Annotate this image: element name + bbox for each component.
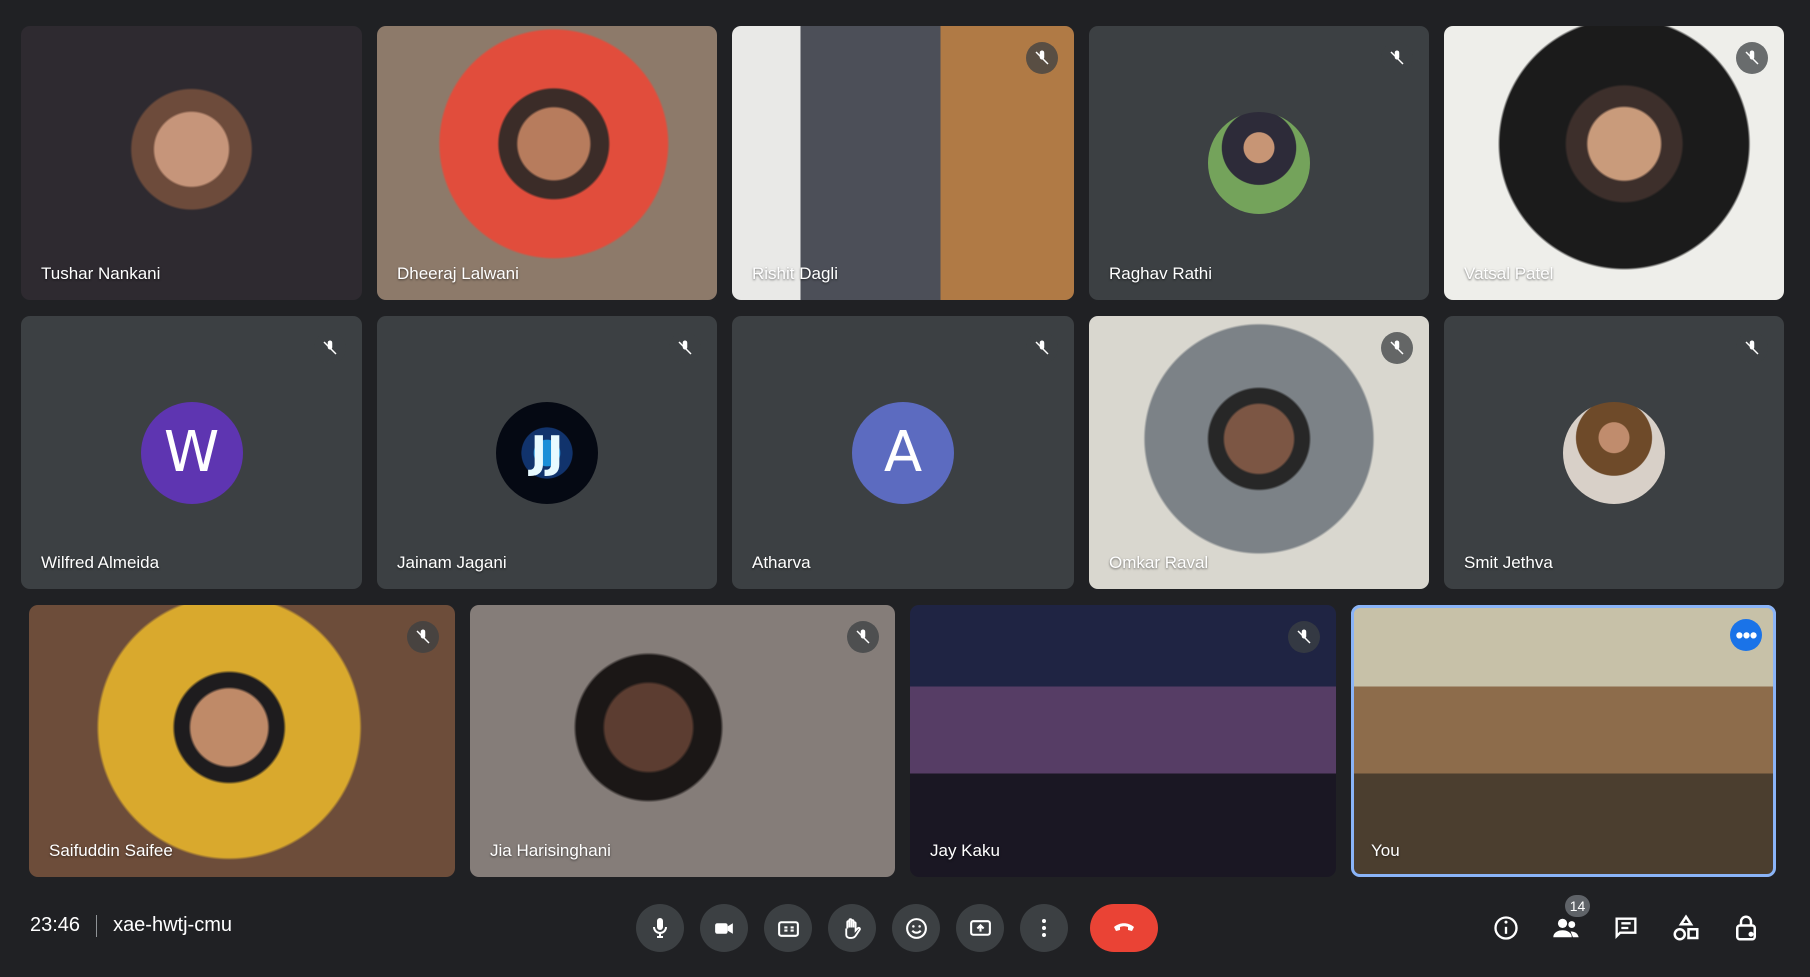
mic-off-icon [1381, 332, 1413, 364]
avatar [1563, 401, 1665, 504]
mic-off-icon [1026, 332, 1058, 364]
participant-name: You [1371, 841, 1400, 860]
participant-tile-wilfred[interactable]: W Wilfred Almeida [21, 316, 362, 589]
participant-name: Tushar Nankani [41, 264, 161, 283]
participant-tile-dheeraj[interactable]: Dheeraj Lalwani [377, 26, 717, 300]
participant-name: Jia Harisinghani [490, 841, 611, 860]
info-icon[interactable] [1487, 909, 1525, 947]
meeting-control-bar: 23:46 xae-hwtj-cmu 14 [0, 890, 1810, 970]
lock-icon[interactable] [1727, 909, 1765, 947]
avatar: W [140, 401, 243, 504]
participant-count-badge: 14 [1565, 895, 1590, 917]
participant-tile-tushar[interactable]: Tushar Nankani [21, 26, 362, 300]
mic-off-icon [669, 332, 701, 364]
meeting-time: 23:46 [30, 914, 81, 936]
captions-icon[interactable] [764, 904, 812, 952]
participant-name: Jay Kaku [930, 841, 1000, 860]
meeting-side-actions: 14 [1487, 895, 1765, 947]
meeting-window: Tushar Nankani Dheeraj Lalwani Rishit Da… [0, 0, 1810, 977]
mic-off-icon [1288, 621, 1320, 653]
participant-tile-jainam[interactable]: JJ Jainam Jagani [377, 316, 717, 589]
present-icon[interactable] [956, 904, 1004, 952]
participant-tile-rishit[interactable]: Rishit Dagli [732, 26, 1074, 300]
participant-tile-jia[interactable]: Jia Harisinghani [470, 605, 895, 877]
participant-tile-you[interactable]: ••• You [1351, 605, 1776, 877]
emoji-icon[interactable] [892, 904, 940, 952]
participant-tile-smit[interactable]: Smit Jethva [1444, 316, 1784, 589]
mic-off-icon [1026, 42, 1058, 74]
chat-icon[interactable] [1607, 909, 1645, 947]
more-vert-icon[interactable] [1020, 904, 1068, 952]
participant-name: Raghav Rathi [1109, 264, 1213, 283]
participant-name: Dheeraj Lalwani [397, 264, 519, 283]
more-options-icon[interactable]: ••• [1730, 619, 1762, 651]
participant-tile-atharva[interactable]: A Atharva [732, 316, 1074, 589]
mic-off-icon [847, 621, 879, 653]
people-icon[interactable]: 14 [1547, 895, 1590, 947]
mic-off-icon [1381, 42, 1413, 74]
mic-off-icon [407, 621, 439, 653]
camera-icon[interactable] [700, 904, 748, 952]
meeting-info: 23:46 xae-hwtj-cmu [30, 914, 232, 937]
participant-name: Smit Jethva [1464, 553, 1553, 572]
mic-off-icon [314, 332, 346, 364]
meeting-info-separator [96, 914, 98, 937]
avatar [1208, 112, 1310, 214]
participant-name: Jainam Jagani [397, 553, 507, 572]
participant-tile-omkar[interactable]: Omkar Raval [1089, 316, 1429, 589]
participant-tile-saifuddin[interactable]: Saifuddin Saifee [29, 605, 455, 877]
mic-icon[interactable] [636, 904, 684, 952]
meeting-code: xae-hwtj-cmu [113, 914, 232, 936]
hand-icon[interactable] [828, 904, 876, 952]
participant-name: Omkar Raval [1109, 553, 1209, 572]
mic-off-icon [1736, 42, 1768, 74]
participant-name: Rishit Dagli [752, 264, 838, 283]
call-controls [636, 904, 1158, 952]
participant-name: Wilfred Almeida [41, 553, 160, 572]
activities-icon[interactable] [1667, 909, 1705, 947]
avatar: A [852, 401, 954, 504]
mic-off-icon [1736, 332, 1768, 364]
participant-name: Saifuddin Saifee [49, 841, 173, 860]
participant-tile-jay[interactable]: Jay Kaku [910, 605, 1336, 877]
participant-name: Vatsal Patel [1464, 264, 1554, 283]
participant-tile-vatsal[interactable]: Vatsal Patel [1444, 26, 1784, 300]
participant-tile-raghav[interactable]: Raghav Rathi [1089, 26, 1429, 300]
phone-hangup-icon[interactable] [1090, 904, 1158, 952]
avatar: JJ [496, 401, 598, 504]
participant-name: Atharva [752, 553, 811, 572]
